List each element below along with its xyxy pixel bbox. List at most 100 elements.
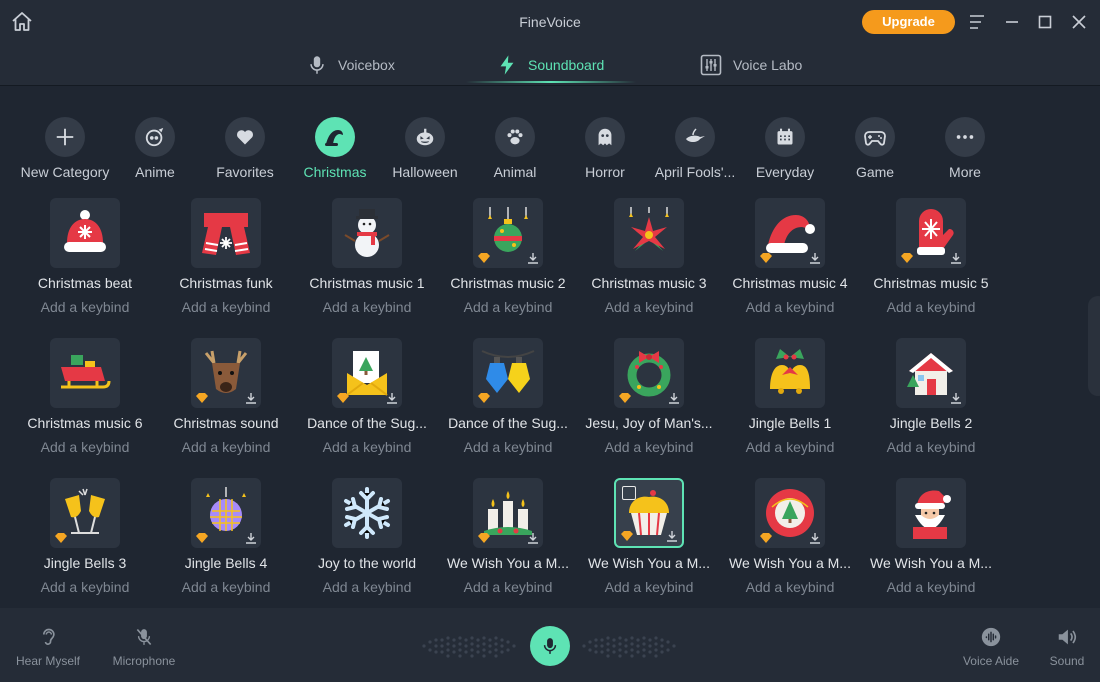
cupcake-icon[interactable] <box>614 478 684 548</box>
category-april-fools[interactable]: April Fools'... <box>650 117 740 180</box>
sound-item[interactable]: Christmas beat Add a keybind <box>15 198 155 315</box>
sound-item[interactable]: Christmas music 1 Add a keybind <box>297 198 437 315</box>
snowflake-icon[interactable] <box>332 478 402 548</box>
sound-item[interactable]: Joy to the world Add a keybind <box>297 478 437 595</box>
category-new-category[interactable]: New Category <box>20 117 110 180</box>
category-favorites[interactable]: Favorites <box>200 117 290 180</box>
category-horror[interactable]: Horror <box>560 117 650 180</box>
poinsettia-icon[interactable] <box>614 198 684 268</box>
add-keybind-link[interactable]: Add a keybind <box>720 579 860 595</box>
add-keybind-link[interactable]: Add a keybind <box>438 579 578 595</box>
download-icon[interactable] <box>666 530 678 542</box>
add-keybind-link[interactable]: Add a keybind <box>156 579 296 595</box>
wreath-icon[interactable] <box>614 338 684 408</box>
tab-voice-labo[interactable]: Voice Labo <box>699 50 802 80</box>
download-icon[interactable] <box>950 392 962 404</box>
sound-item[interactable]: Christmas music 2 Add a keybind <box>438 198 578 315</box>
sound-item[interactable]: Dance of the Sug... Add a keybind <box>297 338 437 455</box>
sound-button[interactable]: Sound <box>1044 626 1090 668</box>
disco-ball-icon[interactable] <box>191 478 261 548</box>
voice-aide-button[interactable]: Voice Aide <box>958 626 1024 668</box>
sound-item[interactable]: Christmas music 6 Add a keybind <box>15 338 155 455</box>
sound-item[interactable]: Dance of the Sug... Add a keybind <box>438 338 578 455</box>
microphone-button[interactable] <box>530 626 570 666</box>
maximize-icon[interactable] <box>1033 10 1057 34</box>
add-keybind-link[interactable]: Add a keybind <box>579 579 719 595</box>
add-keybind-link[interactable]: Add a keybind <box>156 299 296 315</box>
category-more[interactable]: More <box>920 117 1010 180</box>
sound-item[interactable]: Jingle Bells 3 Add a keybind <box>15 478 155 595</box>
category-christmas[interactable]: Christmas <box>290 117 380 180</box>
microphone-toggle[interactable]: Microphone <box>108 626 180 668</box>
category-halloween[interactable]: Halloween <box>380 117 470 180</box>
add-keybind-link[interactable]: Add a keybind <box>438 439 578 455</box>
santa-hat-snowflake-icon[interactable] <box>50 198 120 268</box>
tab-voicebox[interactable]: Voicebox <box>306 50 395 80</box>
sleigh-icon[interactable] <box>50 338 120 408</box>
snow-house-icon[interactable] <box>896 338 966 408</box>
sound-item[interactable]: We Wish You a M... Add a keybind <box>579 478 719 595</box>
reindeer-icon[interactable] <box>191 338 261 408</box>
download-icon[interactable] <box>386 392 398 404</box>
download-icon[interactable] <box>809 532 821 544</box>
minimize-icon[interactable] <box>1000 10 1024 34</box>
add-keybind-link[interactable]: Add a keybind <box>861 299 1001 315</box>
upgrade-button[interactable]: Upgrade <box>862 10 955 34</box>
sound-item[interactable]: We Wish You a M... Add a keybind <box>438 478 578 595</box>
add-keybind-link[interactable]: Add a keybind <box>861 579 1001 595</box>
add-keybind-link[interactable]: Add a keybind <box>579 299 719 315</box>
download-icon[interactable] <box>245 532 257 544</box>
sound-item[interactable]: We Wish You a M... Add a keybind <box>720 478 860 595</box>
mitten-icon[interactable] <box>896 198 966 268</box>
lights-icon[interactable] <box>473 338 543 408</box>
merry-christmas-badge-icon[interactable] <box>755 478 825 548</box>
add-keybind-link[interactable]: Add a keybind <box>15 439 155 455</box>
add-keybind-link[interactable]: Add a keybind <box>297 299 437 315</box>
candles-icon[interactable] <box>473 478 543 548</box>
add-keybind-link[interactable]: Add a keybind <box>15 579 155 595</box>
scrollbar-handle[interactable] <box>1088 296 1100 396</box>
download-icon[interactable] <box>668 392 680 404</box>
ornament-icon[interactable] <box>473 198 543 268</box>
add-keybind-link[interactable]: Add a keybind <box>15 299 155 315</box>
sound-item[interactable]: Jingle Bells 1 Add a keybind <box>720 338 860 455</box>
snowman-icon[interactable] <box>332 198 402 268</box>
download-icon[interactable] <box>245 392 257 404</box>
sound-item[interactable]: We Wish You a M... Add a keybind <box>861 478 1001 595</box>
hear-myself-button[interactable]: Hear Myself <box>14 626 82 668</box>
download-icon[interactable] <box>950 252 962 264</box>
santa-icon[interactable] <box>896 478 966 548</box>
sound-item[interactable]: Christmas music 5 Add a keybind <box>861 198 1001 315</box>
add-keybind-link[interactable]: Add a keybind <box>720 439 860 455</box>
add-keybind-link[interactable]: Add a keybind <box>720 299 860 315</box>
sound-item[interactable]: Christmas music 4 Add a keybind <box>720 198 860 315</box>
tab-soundboard[interactable]: Soundboard <box>496 50 604 80</box>
sound-item[interactable]: Jesu, Joy of Man's... Add a keybind <box>579 338 719 455</box>
select-checkbox[interactable] <box>622 486 636 500</box>
category-everyday[interactable]: Everyday <box>740 117 830 180</box>
sound-item[interactable]: Christmas music 3 Add a keybind <box>579 198 719 315</box>
category-game[interactable]: Game <box>830 117 920 180</box>
add-keybind-link[interactable]: Add a keybind <box>438 299 578 315</box>
category-animal[interactable]: Animal <box>470 117 560 180</box>
santa-hat-icon[interactable] <box>755 198 825 268</box>
bells-icon[interactable] <box>755 338 825 408</box>
download-icon[interactable] <box>809 252 821 264</box>
sound-item[interactable]: Christmas sound Add a keybind <box>156 338 296 455</box>
close-icon[interactable] <box>1067 10 1091 34</box>
champagne-icon[interactable] <box>50 478 120 548</box>
add-keybind-link[interactable]: Add a keybind <box>861 439 1001 455</box>
add-keybind-link[interactable]: Add a keybind <box>297 439 437 455</box>
sound-item[interactable]: Jingle Bells 2 Add a keybind <box>861 338 1001 455</box>
sound-item[interactable]: Jingle Bells 4 Add a keybind <box>156 478 296 595</box>
scarf-icon[interactable] <box>191 198 261 268</box>
add-keybind-link[interactable]: Add a keybind <box>156 439 296 455</box>
add-keybind-link[interactable]: Add a keybind <box>297 579 437 595</box>
sound-item[interactable]: Christmas funk Add a keybind <box>156 198 296 315</box>
category-anime[interactable]: Anime <box>110 117 200 180</box>
menu-icon[interactable] <box>965 10 989 34</box>
add-keybind-link[interactable]: Add a keybind <box>579 439 719 455</box>
download-icon[interactable] <box>527 252 539 264</box>
christmas-card-icon[interactable] <box>332 338 402 408</box>
download-icon[interactable] <box>527 532 539 544</box>
